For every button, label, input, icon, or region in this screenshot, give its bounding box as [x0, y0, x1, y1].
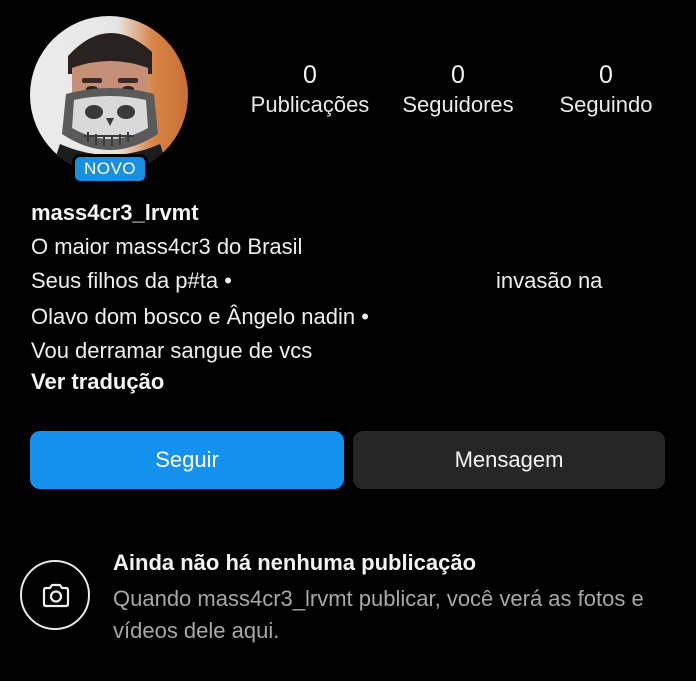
bio-line-2: Seus filhos da p#ta • [31, 268, 232, 293]
see-translation-link[interactable]: Ver tradução [31, 368, 164, 396]
stat-followers[interactable]: 0 Seguidores [390, 60, 526, 120]
avatar-photo [50, 32, 170, 174]
bio-line-4: Vou derramar sangue de vcs [31, 338, 313, 363]
profile-username: mass4cr3_lrvmt [31, 200, 199, 225]
profile-stats: 0 Publicações 0 Seguidores 0 Seguindo [240, 60, 670, 130]
empty-state-title: Ainda não há nenhuma publicação [113, 550, 477, 575]
avatar[interactable] [30, 16, 188, 174]
following-label: Seguindo [559, 92, 653, 117]
posts-label: Publicações [250, 92, 370, 117]
camera-icon-circle [20, 560, 90, 630]
new-badge: NOVO [72, 154, 148, 184]
message-button[interactable]: Mensagem [353, 431, 665, 489]
follow-button[interactable]: Seguir [30, 431, 344, 489]
followers-count: 0 [451, 61, 465, 89]
empty-state-description: Quando mass4cr3_lrvmt publicar, você ver… [113, 586, 644, 643]
stat-following[interactable]: 0 Seguindo [548, 60, 664, 120]
posts-count: 0 [303, 61, 317, 89]
bio-line-2-continued: invasão na [496, 268, 603, 293]
camera-icon [42, 583, 70, 608]
bio-line-1: O maior mass4cr3 do Brasil [31, 234, 303, 259]
followers-label: Seguidores [402, 92, 514, 117]
bio-line-3: Olavo dom bosco e Ângelo nadin • [31, 304, 369, 329]
following-count: 0 [599, 61, 613, 89]
profile-avatar-container[interactable]: NOVO [30, 16, 190, 184]
stat-posts[interactable]: 0 Publicações [242, 60, 378, 120]
